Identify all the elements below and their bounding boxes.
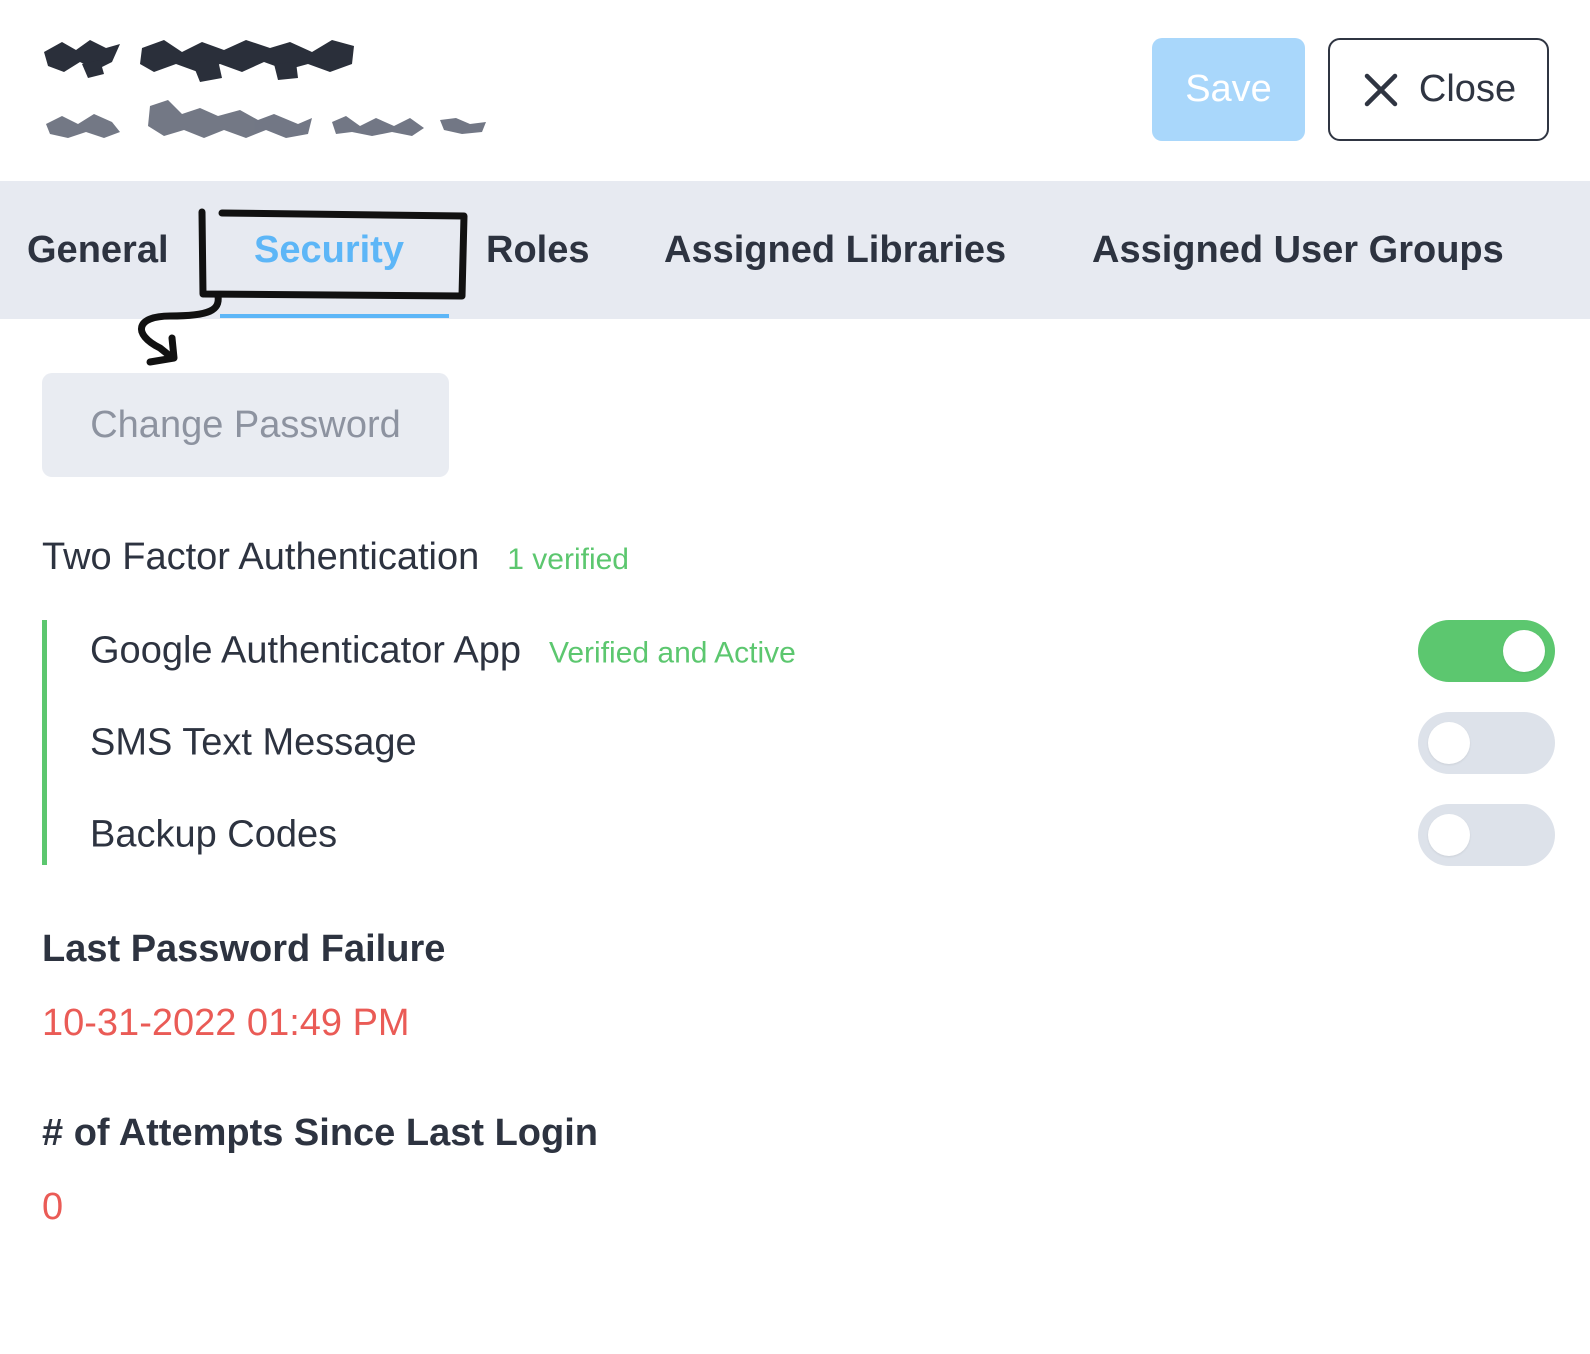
tab-bar: General Security Roles Assigned Librarie… <box>0 181 1590 319</box>
two-factor-title: Two Factor Authentication <box>42 536 480 578</box>
tab-assigned-libraries[interactable]: Assigned Libraries <box>664 181 1006 319</box>
tab-security[interactable]: Security <box>254 181 404 319</box>
google-authenticator-toggle[interactable] <box>1418 620 1555 682</box>
method-row-sms: SMS Text Message <box>47 712 1555 774</box>
two-factor-heading: Two Factor Authentication 1 verified <box>42 536 629 579</box>
backup-codes-toggle[interactable] <box>1418 804 1555 866</box>
close-button[interactable]: Close <box>1328 38 1549 141</box>
two-factor-verified-badge: 1 verified <box>507 543 629 576</box>
last-password-failure-value: 10-31-2022 01:49 PM <box>42 1002 410 1044</box>
user-security-page: Save Close General Security Roles Assign… <box>0 0 1590 1354</box>
change-password-button[interactable]: Change Password <box>42 373 449 477</box>
toggle-knob <box>1503 630 1545 672</box>
attempts-since-login-label: # of Attempts Since Last Login <box>42 1112 598 1154</box>
close-button-label: Close <box>1418 68 1517 110</box>
close-icon <box>1364 73 1398 106</box>
method-name: Backup Codes <box>90 813 338 856</box>
last-password-failure-label: Last Password Failure <box>42 928 446 970</box>
two-factor-methods: Google Authenticator App Verified and Ac… <box>42 620 1555 866</box>
save-button[interactable]: Save <box>1152 38 1305 141</box>
method-name: SMS Text Message <box>90 721 417 764</box>
method-label: Backup Codes <box>90 814 337 857</box>
redacted-user-info <box>44 40 486 138</box>
method-label: SMS Text Message <box>90 722 417 765</box>
toggle-knob <box>1428 722 1470 764</box>
tab-assigned-user-groups[interactable]: Assigned User Groups <box>1092 181 1504 319</box>
method-status-badge: Verified and Active <box>549 636 796 670</box>
toggle-knob <box>1428 814 1470 856</box>
panel-header: Save Close <box>0 0 1590 181</box>
active-tab-indicator <box>220 314 449 318</box>
method-row-google-authenticator: Google Authenticator App Verified and Ac… <box>47 620 1555 682</box>
method-row-backup-codes: Backup Codes <box>47 804 1555 866</box>
tab-roles[interactable]: Roles <box>486 181 589 319</box>
tab-general[interactable]: General <box>27 181 169 319</box>
attempts-since-login-value: 0 <box>42 1186 64 1228</box>
method-label: Google Authenticator App Verified and Ac… <box>90 630 796 673</box>
method-name: Google Authenticator App <box>90 629 521 672</box>
sms-toggle[interactable] <box>1418 712 1555 774</box>
